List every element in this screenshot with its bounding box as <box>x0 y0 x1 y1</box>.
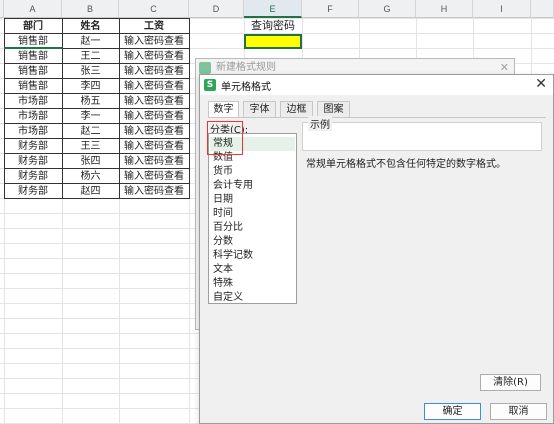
table-border-horizontal <box>4 123 190 124</box>
table-border-horizontal <box>4 198 190 199</box>
table-cell[interactable]: 财务部 <box>4 154 62 169</box>
category-item[interactable]: 数值 <box>213 151 233 165</box>
active-cell-marker <box>4 34 62 49</box>
tab-number[interactable]: 数字 <box>208 101 239 118</box>
corner-header <box>0 0 4 18</box>
new-format-rule-title-text: 新建格式规则 <box>216 62 276 73</box>
table-cell[interactable]: 市场部 <box>4 109 62 124</box>
column-header-g[interactable]: G <box>359 0 416 18</box>
cancel-button[interactable]: 取消 <box>490 403 547 420</box>
table-cell[interactable]: 杨五 <box>62 94 119 109</box>
table-cell[interactable]: 财务部 <box>4 139 62 154</box>
table-cell[interactable]: 王二 <box>62 49 119 64</box>
tab-font[interactable]: 字体 <box>243 101 276 117</box>
close-icon[interactable]: ✕ <box>500 61 509 74</box>
category-item[interactable]: 货币 <box>213 165 233 179</box>
table-cell[interactable]: 销售部 <box>4 79 62 94</box>
category-item[interactable]: 自定义 <box>213 291 243 305</box>
table-border-horizontal <box>4 18 190 19</box>
category-list[interactable]: 常规 数值 货币 会计专用 日期 时间 百分比 分数 科学记数 文本 特殊 自定义 <box>208 133 297 304</box>
wps-logo-icon: S <box>204 79 216 91</box>
table-border-horizontal <box>4 183 190 184</box>
column-header-c[interactable]: C <box>119 0 189 18</box>
password-input-cell[interactable] <box>244 34 302 49</box>
table-cell[interactable]: 输入密码查看 <box>119 124 189 139</box>
table-cell[interactable]: 赵一 <box>62 34 119 49</box>
table-header-cell[interactable]: 工资 <box>119 19 189 34</box>
table-cell[interactable]: 市场部 <box>4 124 62 139</box>
category-item[interactable]: 文本 <box>213 263 233 277</box>
clear-button[interactable]: 清除(R) <box>480 374 541 391</box>
table-border-horizontal <box>4 63 190 64</box>
table-border-vertical <box>62 18 63 199</box>
tab-pattern[interactable]: 图案 <box>317 101 350 117</box>
tab-border[interactable]: 边框 <box>280 101 313 117</box>
table-border-vertical <box>119 18 120 199</box>
close-icon[interactable]: ✕ <box>535 76 547 92</box>
table-cell[interactable]: 输入密码查看 <box>119 169 189 184</box>
table-cell[interactable]: 输入密码查看 <box>119 79 189 94</box>
table-cell[interactable]: 输入密码查看 <box>119 34 189 49</box>
table-header-cell[interactable]: 姓名 <box>62 19 119 34</box>
wps-logo-icon <box>199 62 211 74</box>
category-item[interactable]: 日期 <box>213 193 233 207</box>
column-header-b[interactable]: B <box>62 0 119 18</box>
column-header-d[interactable]: D <box>189 0 244 18</box>
table-cell[interactable]: 市场部 <box>4 94 62 109</box>
format-description: 常规单元格格式不包含任何特定的数字格式。 <box>306 159 506 170</box>
table-cell[interactable]: 输入密码查看 <box>119 139 189 154</box>
category-item[interactable]: 常规 <box>210 137 295 151</box>
table-cell[interactable]: 赵二 <box>62 124 119 139</box>
category-item[interactable]: 时间 <box>213 207 233 221</box>
column-header-f[interactable]: F <box>302 0 359 18</box>
column-header-a[interactable]: A <box>4 0 62 18</box>
table-cell[interactable]: 张三 <box>62 64 119 79</box>
table-border-horizontal <box>4 153 190 154</box>
table-cell[interactable]: 输入密码查看 <box>119 64 189 79</box>
table-border-horizontal <box>4 78 190 79</box>
column-header-h[interactable]: H <box>416 0 473 18</box>
column-header-blank <box>531 0 554 18</box>
dialog-title: 单元格格式 <box>221 82 271 93</box>
sample-label: 示例 <box>308 116 332 131</box>
table-cell[interactable]: 李四 <box>62 79 119 94</box>
table-border-horizontal <box>4 138 190 139</box>
table-cell[interactable]: 财务部 <box>4 169 62 184</box>
table-border-vertical <box>189 18 190 199</box>
table-cell[interactable]: 销售部 <box>4 49 62 64</box>
dialog-titlebar: S 单元格格式 ✕ <box>200 75 553 95</box>
category-item[interactable]: 分数 <box>213 235 233 249</box>
sample-box <box>302 122 542 151</box>
category-item[interactable]: 特殊 <box>213 277 233 291</box>
table-cell[interactable]: 销售部 <box>4 64 62 79</box>
table-cell[interactable]: 杨六 <box>62 169 119 184</box>
table-cell[interactable]: 输入密码查看 <box>119 154 189 169</box>
ok-button[interactable]: 确定 <box>424 403 481 420</box>
format-cells-dialog: S 单元格格式 ✕ 数字 字体 边框 图案 分类(C): 常规 数值 货币 会计专用日… <box>199 74 554 424</box>
table-cell[interactable]: 输入密码查看 <box>119 94 189 109</box>
table-cell[interactable]: 赵四 <box>62 184 119 199</box>
category-item[interactable]: 科学记数 <box>213 249 253 263</box>
password-query-label[interactable]: 查询密码 <box>244 18 302 34</box>
table-cell[interactable]: 王三 <box>62 139 119 154</box>
table-cell[interactable]: 张四 <box>62 154 119 169</box>
table-cell[interactable]: 输入密码查看 <box>119 109 189 124</box>
table-cell[interactable]: 输入密码查看 <box>119 49 189 64</box>
column-header-i[interactable]: I <box>473 0 531 18</box>
table-cell[interactable]: 财务部 <box>4 184 62 199</box>
tab-divider <box>208 117 546 118</box>
table-border-horizontal <box>4 108 190 109</box>
table-header-cell[interactable]: 部门 <box>4 19 62 34</box>
category-item[interactable]: 会计专用 <box>213 179 253 193</box>
category-item[interactable]: 百分比 <box>213 221 243 235</box>
column-header-e[interactable]: E <box>244 0 302 18</box>
table-cell[interactable]: 输入密码查看 <box>119 184 189 199</box>
table-border-horizontal <box>4 168 190 169</box>
table-border-horizontal <box>4 93 190 94</box>
table-cell[interactable]: 李一 <box>62 109 119 124</box>
